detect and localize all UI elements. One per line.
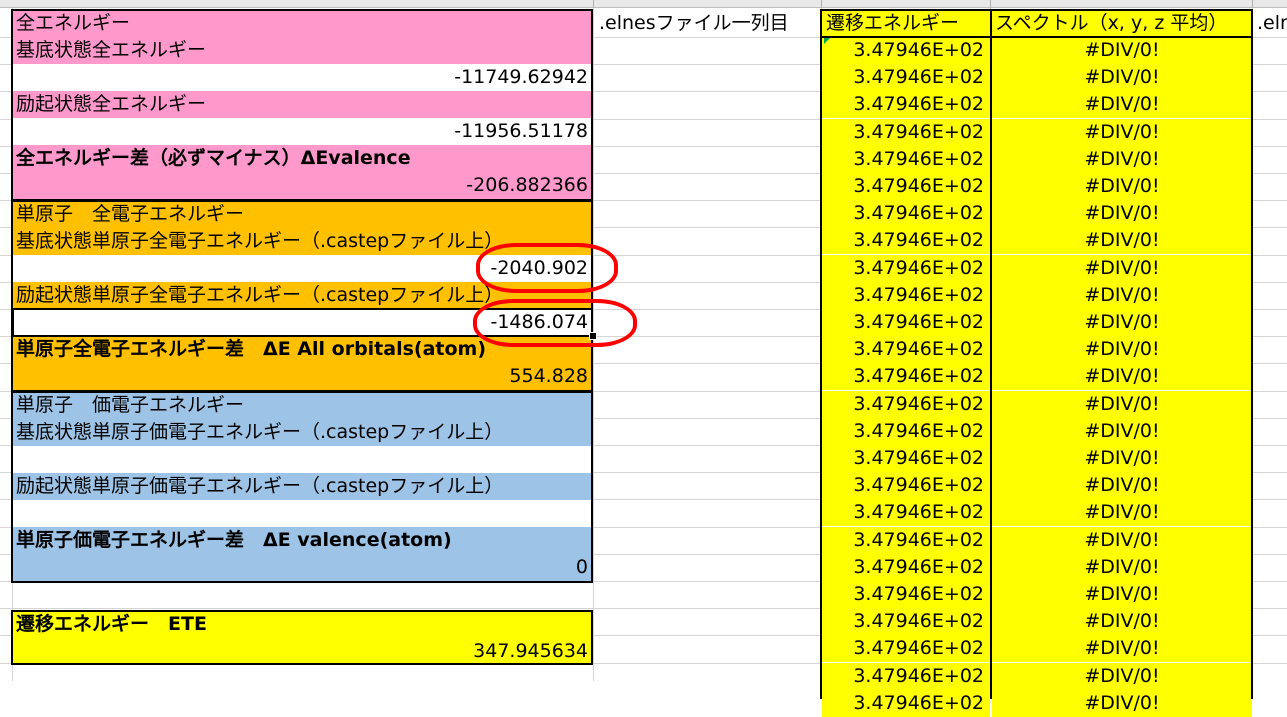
total-energy-block-border [11,9,593,201]
transition-column-border [820,9,992,699]
annotation-circle-excited [473,299,637,347]
single-atom-all-block-border [11,200,593,392]
transition-energy-block-border [11,610,593,665]
column-header-divider [1252,0,1253,8]
header-bottom-border [820,36,1253,38]
annotation-circle-ground [476,243,618,293]
spectrum-column-border [990,9,1253,699]
column-header-divider [821,0,822,8]
column-header-divider [990,0,991,8]
column-header-divider [593,0,594,8]
single-atom-valence-block-border [11,391,593,583]
column-header-strip [0,0,1287,8]
next-column-header[interactable]: .eln [1253,10,1287,37]
elnes-column-header[interactable]: .elnesファイル一列目 [595,10,820,37]
